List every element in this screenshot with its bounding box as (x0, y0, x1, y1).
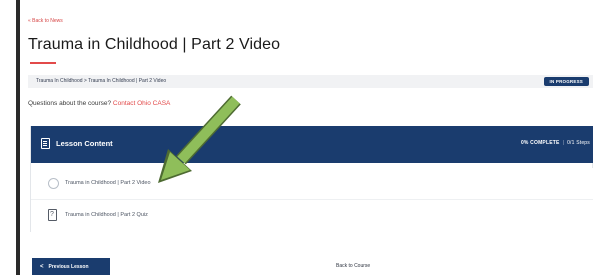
contact-link[interactable]: Contact Ohio CASA (113, 100, 170, 107)
back-to-news-link[interactable]: « Back to News (28, 18, 63, 24)
quiz-icon (48, 209, 57, 221)
document-icon (41, 138, 50, 149)
lesson-item-video[interactable]: Trauma in Childhood | Part 2 Video (31, 168, 593, 200)
lesson-content-header[interactable]: Lesson Content 0% COMPLETE | 0/1 Steps (31, 126, 593, 163)
questions-prompt: Questions about the course? (28, 100, 113, 107)
breadcrumb[interactable]: Trauma In Childhood > Trauma In Childhoo… (36, 78, 166, 84)
lesson-item-quiz[interactable]: Trauma in Childhood | Part 2 Quiz (31, 200, 593, 232)
lesson-item-label[interactable]: Trauma in Childhood | Part 2 Quiz (65, 212, 148, 218)
progress-separator: | (562, 140, 565, 146)
breadcrumb-bar: Trauma In Childhood > Trauma In Childhoo… (28, 75, 593, 88)
page-title: Trauma in Childhood | Part 2 Video (28, 36, 281, 53)
back-to-course-link[interactable]: Back to Course (336, 263, 370, 269)
lesson-item-label[interactable]: Trauma in Childhood | Part 2 Video (65, 180, 151, 186)
status-badge: IN PROGRESS (543, 77, 589, 86)
circle-icon (48, 178, 59, 189)
left-edge-rule (16, 0, 20, 275)
chevron-left-icon: < (40, 263, 44, 270)
previous-lesson-button[interactable]: < Previous Lesson (32, 258, 110, 275)
course-questions: Questions about the course? Contact Ohio… (28, 100, 170, 107)
lesson-content-title: Lesson Content (56, 139, 113, 148)
title-underline (30, 62, 56, 64)
previous-lesson-label: Previous Lesson (48, 263, 89, 270)
progress-percent: 0% COMPLETE (520, 140, 560, 146)
progress-steps: 0/1 Steps (567, 140, 590, 146)
lesson-progress: 0% COMPLETE | 0/1 Steps (521, 140, 590, 146)
lesson-content-panel: Lesson Content 0% COMPLETE | 0/1 Steps Tra… (30, 126, 593, 232)
